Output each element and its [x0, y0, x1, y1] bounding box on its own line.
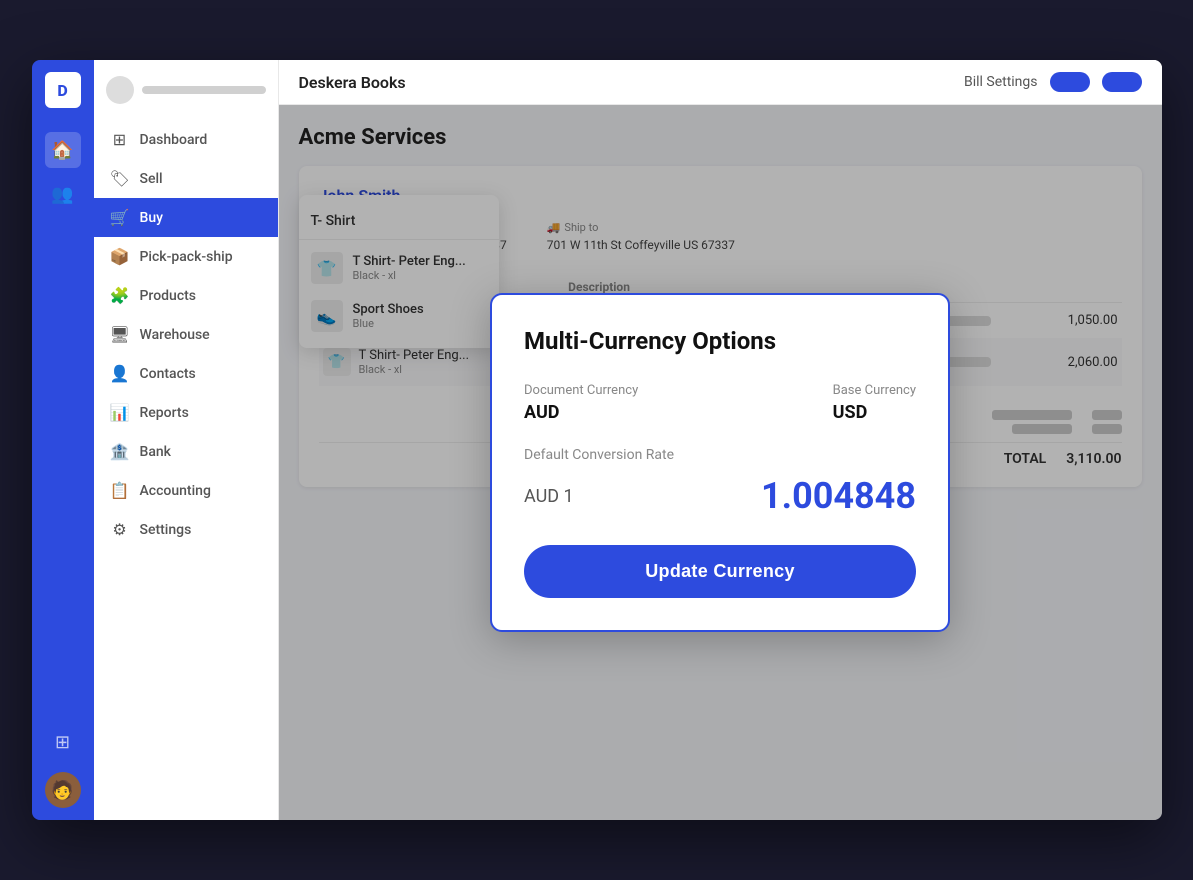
products-icon: 🧩: [110, 286, 130, 305]
buy-icon: 🛒: [110, 208, 130, 227]
sidebar-item-dashboard[interactable]: ⊞ Dashboard: [94, 120, 278, 159]
document-currency-field: Document Currency AUD: [524, 383, 638, 423]
modal-overlay: Multi-Currency Options Document Currency…: [279, 105, 1162, 820]
sidebar-item-products[interactable]: 🧩 Products: [94, 276, 278, 315]
sidebar-item-pick-pack-ship[interactable]: 📦 Pick-pack-ship: [94, 237, 278, 276]
sidebar-item-label-contacts: Contacts: [140, 366, 196, 382]
sidebar-item-warehouse[interactable]: 🖥 Warehouse: [94, 315, 278, 354]
sidebar-item-label-bank: Bank: [140, 444, 171, 460]
dashboard-icon: ⊞: [110, 130, 130, 149]
pick-pack-ship-icon: 📦: [110, 247, 130, 266]
base-currency-label: Base Currency: [833, 383, 916, 398]
sidebar-item-label-reports: Reports: [140, 405, 189, 421]
accounting-icon: 📋: [110, 481, 130, 500]
sidebar-item-sell[interactable]: 🏷 Sell: [94, 159, 278, 198]
icon-grid[interactable]: ⊞: [45, 724, 81, 760]
document-currency-label: Document Currency: [524, 383, 638, 398]
sidebar-item-settings[interactable]: ⚙ Settings: [94, 510, 278, 549]
sidebar-item-label-buy: Buy: [140, 210, 163, 226]
settings-toggle-2[interactable]: [1102, 72, 1142, 92]
sidebar-search-bar: [142, 86, 266, 94]
sidebar-item-label-dashboard: Dashboard: [140, 132, 208, 148]
warehouse-icon: 🖥: [110, 325, 130, 344]
update-currency-button[interactable]: Update Currency: [524, 545, 916, 598]
icon-home[interactable]: 🏠: [45, 132, 81, 168]
settings-toggle-1[interactable]: [1050, 72, 1090, 92]
reports-icon: 📊: [110, 403, 130, 422]
modal-currency-row: Document Currency AUD Base Currency USD: [524, 383, 916, 423]
sidebar-item-label-sell: Sell: [140, 171, 163, 187]
sidebar-item-label-settings: Settings: [140, 522, 192, 538]
main-header: Deskera Books Bill Settings: [279, 60, 1162, 105]
sidebar-item-label-warehouse: Warehouse: [140, 327, 210, 343]
header-right: Bill Settings: [964, 72, 1142, 92]
sidebar-header: [94, 60, 278, 112]
sidebar-item-accounting[interactable]: 📋 Accounting: [94, 471, 278, 510]
sidebar-item-reports[interactable]: 📊 Reports: [94, 393, 278, 432]
settings-icon: ⚙: [110, 520, 130, 539]
sidebar-item-buy[interactable]: 🛒 Buy: [94, 198, 278, 237]
conversion-row: Default Conversion Rate AUD 1 1.004848: [524, 447, 916, 517]
main-title: Deskera Books: [299, 73, 406, 92]
app-logo[interactable]: D: [45, 72, 81, 108]
aud-label: AUD 1: [524, 486, 574, 507]
document-currency-value: AUD: [524, 402, 638, 423]
sell-icon: 🏷: [110, 169, 130, 188]
modal-title: Multi-Currency Options: [524, 327, 916, 355]
main-content: Deskera Books Bill Settings Acme Service…: [279, 60, 1162, 820]
contacts-icon: 👤: [110, 364, 130, 383]
base-currency-field: Base Currency USD: [833, 383, 916, 423]
icon-bar: D 🏠 👥 ⊞ 🧑: [32, 60, 94, 820]
multi-currency-modal: Multi-Currency Options Document Currency…: [490, 293, 950, 632]
sidebar: ⊞ Dashboard 🏷 Sell 🛒 Buy 📦 Pick-pack-shi…: [94, 60, 279, 820]
sidebar-item-bank[interactable]: 🏦 Bank: [94, 432, 278, 471]
sidebar-item-label-accounting: Accounting: [140, 483, 211, 499]
sidebar-item-contacts[interactable]: 👤 Contacts: [94, 354, 278, 393]
bill-settings-label: Bill Settings: [964, 74, 1038, 90]
conversion-rate-label: Default Conversion Rate: [524, 447, 916, 463]
icon-people[interactable]: 👥: [45, 176, 81, 212]
bank-icon: 🏦: [110, 442, 130, 461]
sidebar-nav: ⊞ Dashboard 🏷 Sell 🛒 Buy 📦 Pick-pack-shi…: [94, 112, 278, 557]
user-avatar[interactable]: 🧑: [45, 772, 81, 808]
conversion-values: AUD 1 1.004848: [524, 475, 916, 517]
sidebar-item-label-pps: Pick-pack-ship: [140, 249, 233, 265]
base-currency-value: USD: [833, 402, 916, 423]
sidebar-avatar: [106, 76, 134, 104]
rate-value: 1.004848: [761, 475, 916, 517]
sidebar-item-label-products: Products: [140, 288, 197, 304]
main-body: Acme Services John Smith 📄 Bill to 701 W…: [279, 105, 1162, 820]
